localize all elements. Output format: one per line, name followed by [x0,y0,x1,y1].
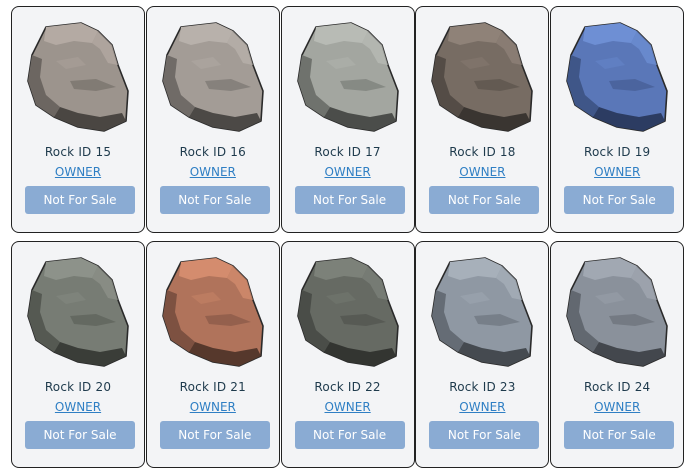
rock-icon [27,257,129,367]
owner-link[interactable]: OWNER [147,400,279,414]
rock-id-label: Rock ID 17 [314,145,381,159]
rock-card: Rock ID 20 OWNER Not For Sale [11,241,145,468]
rock-id-label: Rock ID 19 [584,145,651,159]
owner-link[interactable]: OWNER [12,165,144,179]
rock-id-label: Rock ID 16 [179,145,246,159]
owner-link[interactable]: OWNER [551,165,683,179]
rock-id-label: Rock ID 18 [449,145,516,159]
not-for-sale-button[interactable]: Not For Sale [564,186,675,214]
rock-card: Rock ID 18 OWNER Not For Sale [415,6,550,233]
rock-icon [431,22,534,132]
rock-icon [296,257,399,367]
rock-id-label: Rock ID 23 [449,380,516,394]
rock-id-label: Rock ID 15 [44,145,112,159]
owner-link[interactable]: OWNER [416,400,548,414]
owner-link[interactable]: OWNER [282,400,414,414]
owner-link[interactable]: OWNER [282,165,414,179]
owner-link[interactable]: OWNER [551,400,683,414]
rock-card: Rock ID 24 OWNER Not For Sale [550,241,685,468]
rock-id-label: Rock ID 24 [584,380,651,394]
rock-card: Rock ID 15 OWNER Not For Sale [11,6,145,233]
rock-id-label: Rock ID 21 [179,380,246,394]
rock-card: Rock ID 19 OWNER Not For Sale [550,6,685,233]
rock-icon [27,22,129,132]
rock-card: Rock ID 21 OWNER Not For Sale [145,241,280,468]
not-for-sale-button[interactable]: Not For Sale [429,186,540,214]
not-for-sale-button[interactable]: Not For Sale [159,186,270,214]
rock-card: Rock ID 17 OWNER Not For Sale [280,6,415,233]
rock-icon [431,257,534,367]
rock-icon [161,257,264,367]
rock-icon [566,22,668,132]
owner-link[interactable]: OWNER [416,165,548,179]
not-for-sale-button[interactable]: Not For Sale [25,421,135,449]
not-for-sale-button[interactable]: Not For Sale [25,186,135,214]
rock-grid: Rock ID 15 OWNER Not For Sale Rock ID 16… [11,6,685,468]
rock-icon [566,257,668,367]
rock-id-label: Rock ID 22 [314,380,381,394]
not-for-sale-button[interactable]: Not For Sale [159,421,270,449]
rock-icon [296,22,399,132]
owner-link[interactable]: OWNER [147,165,279,179]
rock-icon [161,22,264,132]
not-for-sale-button[interactable]: Not For Sale [294,186,405,214]
not-for-sale-button[interactable]: Not For Sale [294,421,405,449]
rock-id-label: Rock ID 20 [44,380,112,394]
not-for-sale-button[interactable]: Not For Sale [564,421,675,449]
rock-card: Rock ID 22 OWNER Not For Sale [280,241,415,468]
rock-card: Rock ID 23 OWNER Not For Sale [415,241,550,468]
rock-card: Rock ID 16 OWNER Not For Sale [145,6,280,233]
not-for-sale-button[interactable]: Not For Sale [429,421,540,449]
owner-link[interactable]: OWNER [12,400,144,414]
